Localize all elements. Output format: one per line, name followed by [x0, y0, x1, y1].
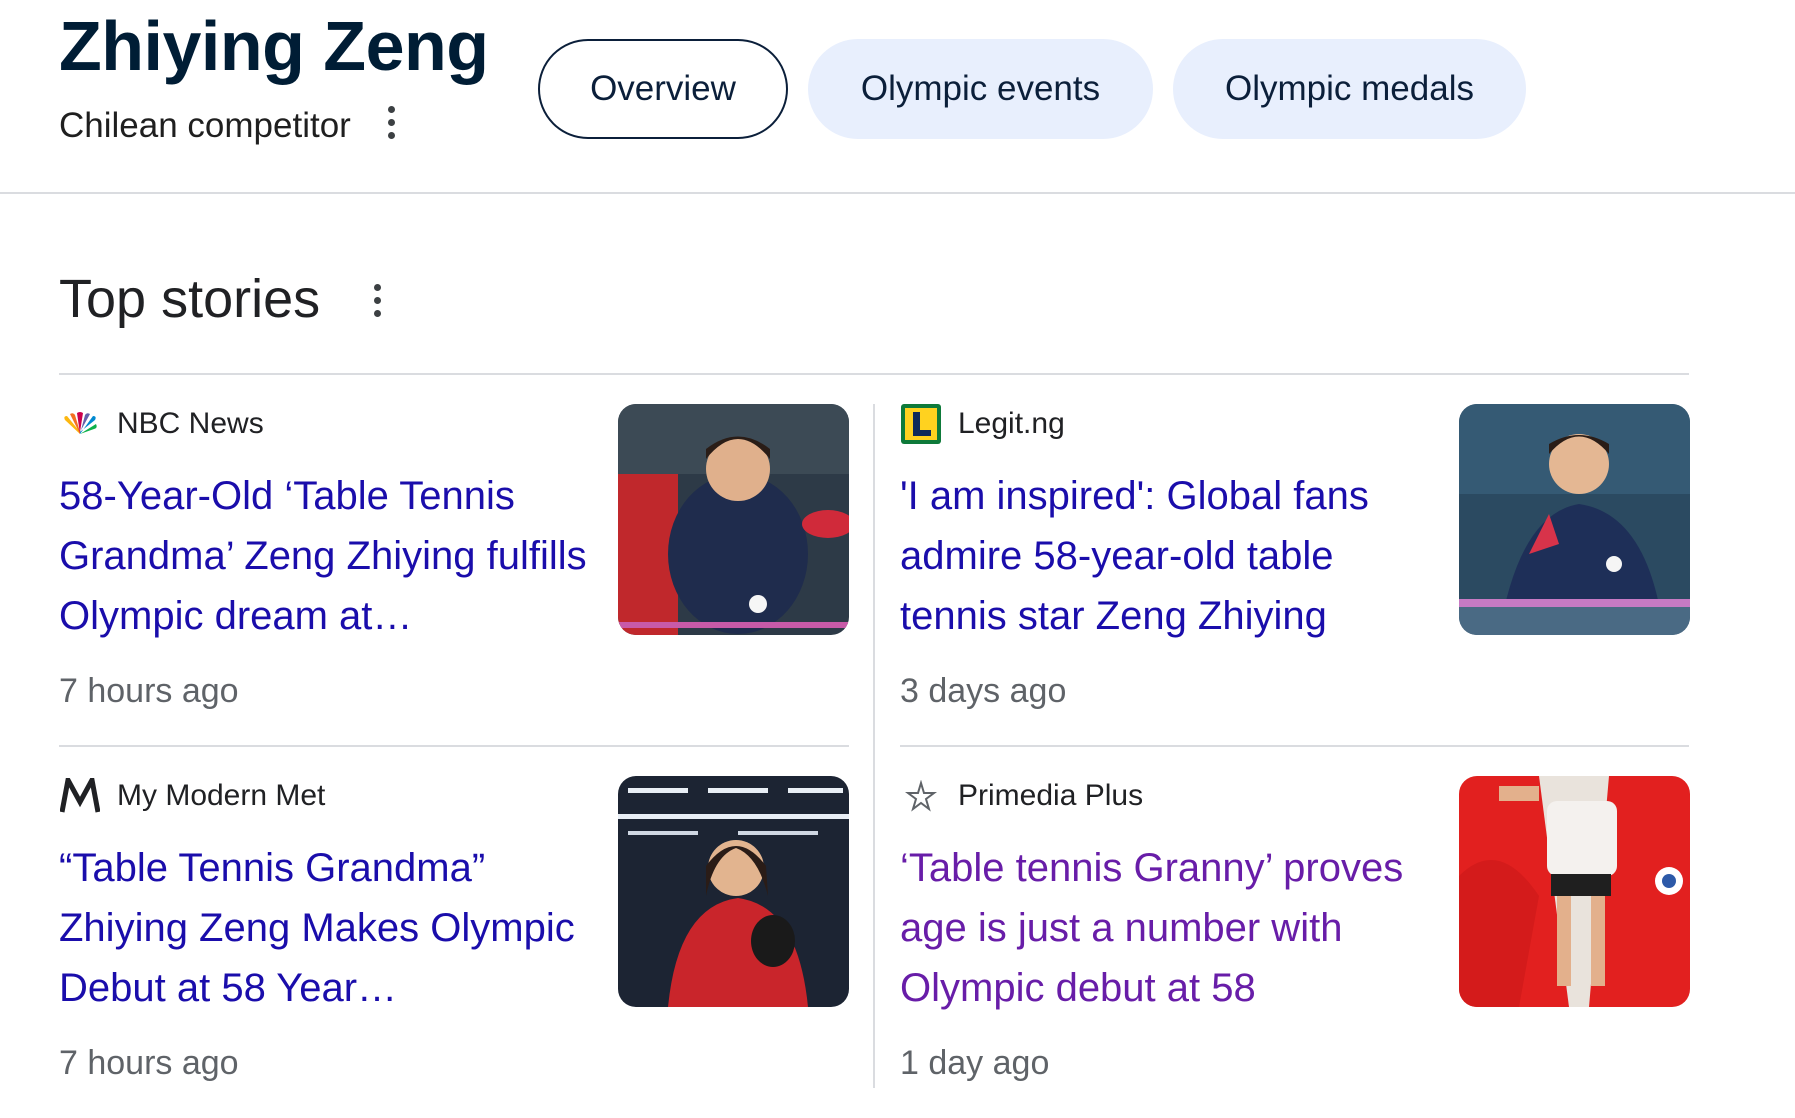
source-name: Primedia Plus: [958, 779, 1144, 812]
story-card[interactable]: My Modern Met “Table Tennis Grandma” Zhi…: [59, 776, 849, 1116]
story-timestamp: 1 day ago: [900, 1044, 1050, 1082]
more-options-icon[interactable]: [376, 102, 406, 142]
story-card[interactable]: Legit.ng 'I am inspired': Global fans ad…: [900, 404, 1690, 744]
search-results-page: Zhiying Zeng Chilean competitor Overview…: [0, 0, 1795, 1118]
story-thumbnail-image[interactable]: [1459, 404, 1690, 635]
story-thumbnail-image[interactable]: [1459, 776, 1690, 1007]
column-divider: [873, 404, 875, 1088]
source-name: NBC News: [117, 407, 264, 440]
entity-subtitle: Chilean competitor: [59, 106, 351, 145]
story-headline-link[interactable]: 58-Year-Old ‘Table Tennis Grandma’ Zeng …: [59, 466, 599, 646]
row-divider: [900, 745, 1689, 747]
story-headline-link[interactable]: ‘Table tennis Granny’ proves age is just…: [900, 838, 1440, 1018]
entity-header: Zhiying Zeng Chilean competitor Overview…: [0, 0, 1795, 194]
story-timestamp: 3 days ago: [900, 672, 1067, 710]
source-name: My Modern Met: [117, 779, 326, 812]
story-source: Primedia Plus: [900, 776, 1143, 816]
story-card[interactable]: Primedia Plus ‘Table tennis Granny’ prov…: [900, 776, 1690, 1116]
story-source: Legit.ng: [900, 404, 1065, 444]
story-source: My Modern Met: [59, 776, 325, 816]
tab-olympic-events[interactable]: Olympic events: [808, 39, 1153, 139]
story-thumbnail-image[interactable]: [618, 776, 849, 1007]
story-headline-link[interactable]: 'I am inspired': Global fans admire 58-y…: [900, 466, 1440, 646]
primedia-plus-logo-icon: [900, 776, 942, 816]
source-name: Legit.ng: [958, 407, 1065, 440]
tab-olympic-medals[interactable]: Olympic medals: [1173, 39, 1526, 139]
top-stories-heading: Top stories: [59, 269, 321, 329]
entity-tabs: Overview Olympic events Olympic medals: [538, 39, 1526, 139]
story-headline-link[interactable]: “Table Tennis Grandma” Zhiying Zeng Make…: [59, 838, 599, 1018]
story-timestamp: 7 hours ago: [59, 1044, 239, 1082]
nbc-peacock-icon: [59, 404, 101, 444]
row-divider: [59, 745, 849, 747]
top-stories-more-icon[interactable]: [362, 280, 392, 320]
story-thumbnail-image[interactable]: [618, 404, 849, 635]
section-divider: [59, 373, 1689, 375]
entity-title: Zhiying Zeng: [59, 7, 489, 85]
legit-ng-logo-icon: [900, 404, 942, 444]
tab-overview[interactable]: Overview: [538, 39, 788, 139]
story-source: NBC News: [59, 404, 264, 444]
my-modern-met-logo-icon: [59, 776, 101, 816]
story-card[interactable]: NBC News 58-Year-Old ‘Table Tennis Grand…: [59, 404, 849, 744]
story-timestamp: 7 hours ago: [59, 672, 239, 710]
